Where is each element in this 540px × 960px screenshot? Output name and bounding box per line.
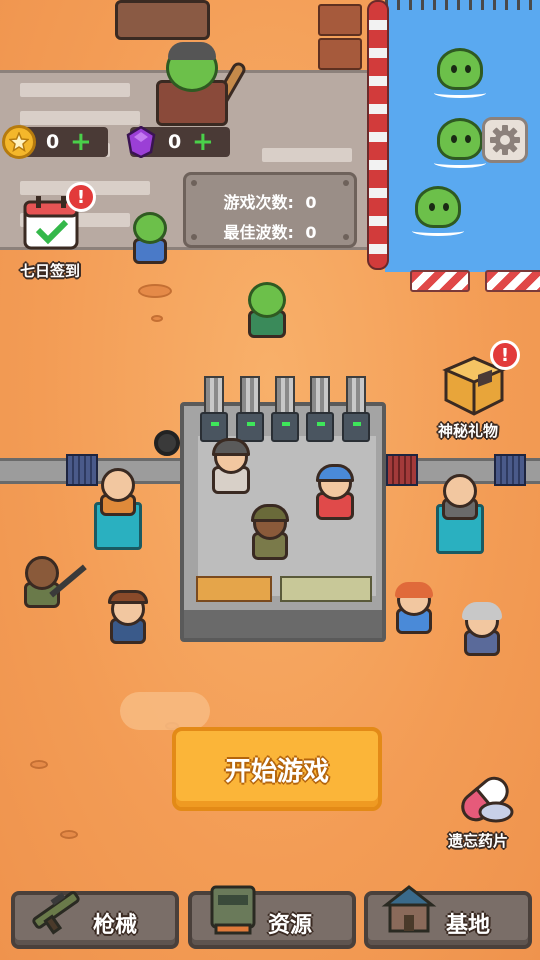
start-game-button[interactable]: 开始游戏 <box>172 727 382 811</box>
best-wave-row: 最佳波数: 0 <box>186 219 354 243</box>
survivor-bearded-axe <box>434 472 494 564</box>
nav-base-button[interactable]: 基地 <box>364 885 532 949</box>
water-zombie <box>434 118 486 174</box>
nav-guns-label: 枪械 <box>93 913 138 938</box>
gem-counter: 0 + <box>126 126 230 158</box>
zombie-with-goggles <box>125 210 175 266</box>
dust-cloud <box>120 692 210 730</box>
coin-counter: 0 + <box>2 125 108 159</box>
nav-base-label: 基地 <box>446 913 491 938</box>
shipping-container <box>386 454 418 486</box>
games-played-label: 游戏次数: <box>223 193 294 212</box>
survivor-grey-hair <box>456 602 512 660</box>
water-zombie <box>412 186 464 242</box>
survivor-soldier <box>246 504 294 562</box>
settings-button[interactable] <box>482 117 528 163</box>
wooden-crate <box>318 4 362 36</box>
forget-pill-button[interactable]: 遗忘药片 <box>442 766 532 856</box>
checkin-alert-badge: ! <box>66 182 96 212</box>
gift-alert-badge: ! <box>490 340 520 370</box>
rifle-icon <box>32 891 80 935</box>
water-fence <box>385 0 540 10</box>
checkin-button[interactable]: ! 七日签到 <box>18 182 98 282</box>
checkin-label: 七日签到 <box>20 262 81 280</box>
pill-icon <box>461 776 514 823</box>
survivor-blue-cap <box>310 464 360 522</box>
wrecked-car <box>115 0 210 40</box>
games-played-value: 0 <box>305 193 317 212</box>
wooden-crate <box>318 38 362 70</box>
turret <box>342 376 370 442</box>
mystery-gift-label: 神秘礼物 <box>438 422 499 440</box>
survivor-eyepatch <box>92 466 146 552</box>
rock <box>138 284 172 298</box>
survivor-redhead <box>390 582 440 636</box>
games-played-row: 游戏次数: 0 <box>186 189 354 213</box>
best-wave-label: 最佳波数: <box>223 223 294 242</box>
purple-gem-icon <box>124 125 158 159</box>
road-guard <box>485 270 540 292</box>
shipping-container <box>494 454 526 486</box>
house-icon <box>381 885 437 933</box>
best-wave-value: 0 <box>305 223 317 242</box>
nav-guns-button[interactable]: 枪械 <box>11 891 179 949</box>
survivor-helmet-gunner <box>208 438 254 496</box>
zombie-with-headband <box>240 282 296 340</box>
star-coin-icon <box>2 125 36 159</box>
add-gems-button[interactable]: + <box>192 129 214 155</box>
nav-resources-label: 资源 <box>268 913 313 938</box>
gem-count: 0 <box>168 131 182 153</box>
stats-panel: 游戏次数: 0 最佳波数: 0 <box>183 172 357 248</box>
tire-stack <box>154 430 180 456</box>
start-game-label: 开始游戏 <box>224 756 329 787</box>
generator-icon <box>210 885 256 935</box>
add-coins-button[interactable]: + <box>70 129 92 155</box>
gear-icon <box>490 125 520 155</box>
mystery-gift-button[interactable]: ! 神秘礼物 <box>432 340 530 440</box>
road-guard <box>410 270 470 292</box>
turret <box>306 376 334 442</box>
survivor-sniper <box>20 556 87 612</box>
water-zombie <box>434 48 486 104</box>
red-white-barrier <box>367 0 389 270</box>
nav-resources-button[interactable]: 资源 <box>188 885 356 949</box>
turret <box>271 376 299 442</box>
rock <box>30 760 48 769</box>
forget-pill-label: 遗忘药片 <box>448 832 509 850</box>
survivor-goggles-engineer <box>104 590 164 648</box>
turret <box>236 376 264 442</box>
rock <box>151 315 163 322</box>
coin-count: 0 <box>46 131 60 153</box>
big-zombie-with-bat <box>150 40 250 130</box>
turret <box>200 376 228 442</box>
rock <box>60 830 78 839</box>
